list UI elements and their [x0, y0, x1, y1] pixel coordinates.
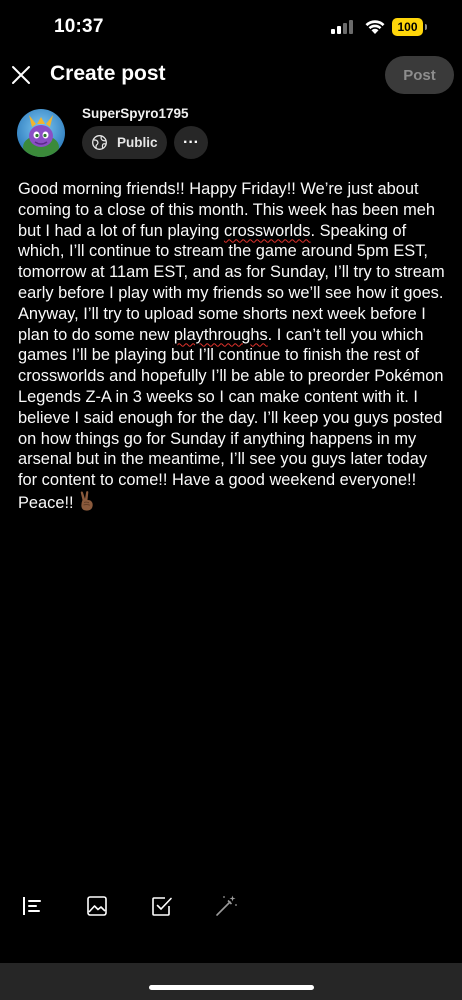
text-format-icon[interactable]	[19, 892, 47, 920]
misspelled-word-playthroughs[interactable]: playthroughs	[174, 326, 268, 344]
image-icon[interactable]	[83, 892, 111, 920]
signal-icon	[331, 20, 353, 34]
avatar-image	[17, 109, 65, 157]
misspelled-word-crossworlds[interactable]: crossworlds	[224, 222, 311, 240]
globe-icon	[92, 135, 107, 150]
battery-icon: 100	[392, 18, 427, 36]
visibility-label: Public	[117, 135, 158, 150]
status-bar: 10:37 100	[0, 0, 462, 54]
wifi-icon	[365, 20, 385, 34]
post-button[interactable]: Post	[385, 56, 454, 94]
page-title: Create post	[50, 62, 166, 85]
home-indicator-area	[0, 963, 462, 1000]
post-text-part-3: . I can’t tell you which games I’ll be p…	[18, 325, 444, 512]
username: SuperSpyro1795	[82, 106, 189, 121]
status-time: 10:37	[54, 16, 104, 37]
close-icon[interactable]	[10, 64, 32, 86]
post-text-editor[interactable]: Good morning friends!! Happy Friday!! We…	[18, 179, 448, 514]
magic-wand-icon[interactable]	[212, 892, 240, 920]
more-options-button[interactable]: ···	[174, 126, 208, 159]
avatar[interactable]	[17, 109, 65, 157]
composer-toolbar	[0, 892, 462, 924]
home-indicator[interactable]	[149, 985, 314, 990]
visibility-selector[interactable]: Public	[82, 126, 167, 159]
more-icon: ···	[183, 133, 199, 151]
victory-hand-emoji-icon	[80, 491, 93, 511]
header: Create post Post	[0, 52, 462, 98]
poll-icon[interactable]	[148, 892, 176, 920]
